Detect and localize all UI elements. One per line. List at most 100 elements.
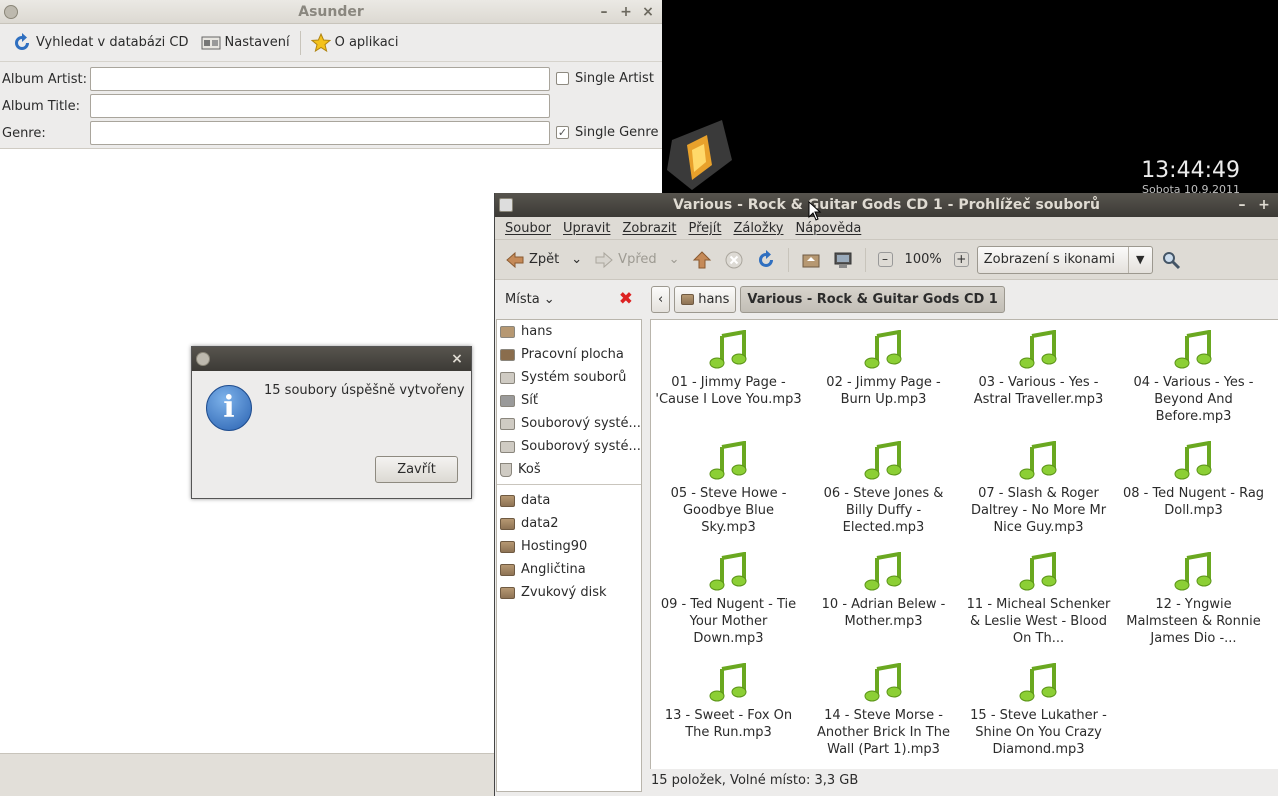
music-file-icon <box>709 663 746 702</box>
file-manager-icon <box>499 198 513 212</box>
bookmark-item[interactable]: Angličtina <box>497 558 641 581</box>
single-artist-checkbox[interactable]: Single Artist <box>556 71 654 86</box>
checkbox-box-checked[interactable]: ✓ <box>556 126 569 139</box>
file-item[interactable]: 09 - Ted Nugent - Tie Your Mother Down.m… <box>651 552 806 652</box>
stop-button[interactable] <box>720 245 748 275</box>
file-item[interactable]: 07 - Slash & Roger Daltrey - No More Mr … <box>961 441 1116 541</box>
music-file-icon <box>1174 441 1211 480</box>
close-sidebar-icon[interactable]: ✖ <box>619 289 633 309</box>
checkbox-box[interactable] <box>556 72 569 85</box>
zoom-in-button[interactable]: + <box>950 245 973 275</box>
forward-label: Vpřed <box>618 252 657 267</box>
bookmark-item[interactable]: Hosting90 <box>497 535 641 558</box>
minimize-button[interactable]: – <box>1234 193 1250 217</box>
music-file-icon <box>709 330 746 369</box>
forward-button[interactable]: Vpřed <box>590 245 660 275</box>
menubar: Soubor Upravit Zobrazit Přejít Záložky N… <box>495 217 1278 240</box>
file-name: 03 - Various - Yes - Astral Traveller.mp… <box>973 375 1104 407</box>
folder-icon <box>500 540 515 553</box>
back-button[interactable]: Zpět <box>501 245 563 275</box>
reload-button[interactable] <box>752 245 780 275</box>
file-browser-titlebar[interactable]: Various - Rock & Guitar Gods CD 1 - Proh… <box>495 193 1278 217</box>
menu-go[interactable]: Přejít <box>682 221 727 236</box>
bookmark-item[interactable]: data <box>497 489 641 512</box>
close-dialog-button[interactable]: Zavřít <box>375 456 458 483</box>
album-artist-input[interactable] <box>90 67 550 91</box>
asunder-titlebar[interactable]: Asunder – + × <box>0 0 662 24</box>
sidebar-item-desktop[interactable]: Pracovní plocha <box>497 343 641 366</box>
music-file-icon <box>864 441 901 480</box>
file-name: 07 - Slash & Roger Daltrey - No More Mr … <box>970 486 1107 535</box>
maximize-button[interactable]: + <box>618 0 634 24</box>
places-sidebar: hans Pracovní plocha Systém souborů Síť … <box>496 319 642 792</box>
file-item[interactable]: 06 - Steve Jones & Billy Duffy - Elected… <box>806 441 961 541</box>
genre-input[interactable] <box>90 121 550 145</box>
lookup-button[interactable]: Vyhledat v databázi CD <box>6 28 195 58</box>
breadcrumb: ‹ hans Various - Rock & Guitar Gods CD 1 <box>651 285 1005 313</box>
file-item[interactable]: 12 - Yngwie Malmsteen & Ronnie James Dio… <box>1116 552 1271 652</box>
sidebar-item-label: Souborový systé... <box>521 439 641 454</box>
file-name: 14 - Steve Morse - Another Brick In The … <box>817 708 950 757</box>
zoom-in-icon: + <box>953 252 969 267</box>
music-file-icon <box>709 552 746 591</box>
zoom-out-button[interactable]: – <box>874 245 897 275</box>
toolbar-separator <box>787 247 789 272</box>
menu-help[interactable]: Nápověda <box>789 221 867 236</box>
dialog-titlebar[interactable]: × <box>192 347 471 371</box>
maximize-button[interactable]: + <box>1256 193 1272 217</box>
desktop-wallpaper <box>662 100 732 190</box>
album-title-row: Album Title: <box>0 94 550 118</box>
sidebar-item-filesystem[interactable]: Systém souborů <box>497 366 641 389</box>
file-item[interactable]: 10 - Adrian Belew - Mother.mp3 <box>806 552 961 652</box>
path-scroll-left-button[interactable]: ‹ <box>651 285 671 313</box>
bookmark-item[interactable]: data2 <box>497 512 641 535</box>
forward-history-dropdown[interactable]: ⌄ <box>665 245 684 275</box>
home-folder-icon <box>681 293 695 305</box>
path-button-current[interactable]: Various - Rock & Guitar Gods CD 1 <box>740 285 1005 313</box>
file-item[interactable]: 11 - Micheal Schenker & Leslie West - Bl… <box>961 552 1116 652</box>
album-title-input[interactable] <box>90 94 550 118</box>
menu-file[interactable]: Soubor <box>499 221 557 236</box>
file-name: 08 - Ted Nugent - Rag Doll.mp3 <box>1122 486 1265 518</box>
view-mode-select[interactable]: Zobrazení s ikonami ▼ <box>976 245 1153 274</box>
single-genre-checkbox[interactable]: ✓ Single Genre <box>556 125 658 140</box>
file-item[interactable]: 14 - Steve Morse - Another Brick In The … <box>806 663 961 763</box>
menu-view[interactable]: Zobrazit <box>616 221 682 236</box>
sidebar-type-select[interactable]: Místa ⌄ <box>505 292 555 307</box>
bookmark-item[interactable]: Zvukový disk <box>497 581 641 604</box>
settings-button[interactable]: Nastavení <box>195 28 296 58</box>
file-item[interactable]: 05 - Steve Howe - Goodbye Blue Sky.mp3 <box>651 441 806 541</box>
file-item[interactable]: 08 - Ted Nugent - Rag Doll.mp3 <box>1116 441 1271 541</box>
file-item[interactable]: 15 - Steve Lukather - Shine On You Crazy… <box>961 663 1116 763</box>
sidebar-item-volume-2[interactable]: Souborový systé... <box>497 435 641 458</box>
file-name: 05 - Steve Howe - Goodbye Blue Sky.mp3 <box>670 486 787 535</box>
file-item[interactable]: 03 - Various - Yes - Astral Traveller.mp… <box>961 330 1116 430</box>
menu-edit[interactable]: Upravit <box>557 221 616 236</box>
sidebar-item-volume-1[interactable]: Souborový systé... <box>497 412 641 435</box>
sidebar-item-home[interactable]: hans <box>497 320 641 343</box>
menu-bookmarks[interactable]: Záložky <box>727 221 789 236</box>
up-button[interactable] <box>688 245 716 275</box>
file-browser-window: Various - Rock & Guitar Gods CD 1 - Proh… <box>494 193 1278 796</box>
search-button[interactable] <box>1157 245 1185 275</box>
music-file-icon <box>1019 330 1056 369</box>
album-artist-label: Album Artist: <box>2 71 87 87</box>
back-history-dropdown[interactable]: ⌄ <box>567 245 586 275</box>
file-icon-view[interactable]: 01 - Jimmy Page - 'Cause I Love You.mp3 0… <box>650 319 1278 769</box>
file-item[interactable]: 13 - Sweet - Fox On The Run.mp3 <box>651 663 806 763</box>
home-button[interactable] <box>797 245 825 275</box>
close-button[interactable]: × <box>640 0 656 24</box>
file-item[interactable]: 02 - Jimmy Page - Burn Up.mp3 <box>806 330 961 430</box>
file-item[interactable]: 01 - Jimmy Page - 'Cause I Love You.mp3 <box>651 330 806 430</box>
file-item[interactable]: 04 - Various - Yes - Beyond And Before.m… <box>1116 330 1271 430</box>
sidebar-item-trash[interactable]: Koš <box>497 458 641 481</box>
mouse-cursor-icon <box>808 201 822 221</box>
sidebar-item-network[interactable]: Síť <box>497 389 641 412</box>
dialog-close-icon[interactable]: × <box>449 347 465 371</box>
path-button-home[interactable]: hans <box>674 285 737 313</box>
minimize-button[interactable]: – <box>596 0 612 24</box>
computer-button[interactable] <box>829 245 857 275</box>
about-button[interactable]: O aplikaci <box>305 28 405 58</box>
sidebar-item-label: Síť <box>521 393 538 408</box>
sidebar-item-label: Systém souborů <box>521 370 627 385</box>
